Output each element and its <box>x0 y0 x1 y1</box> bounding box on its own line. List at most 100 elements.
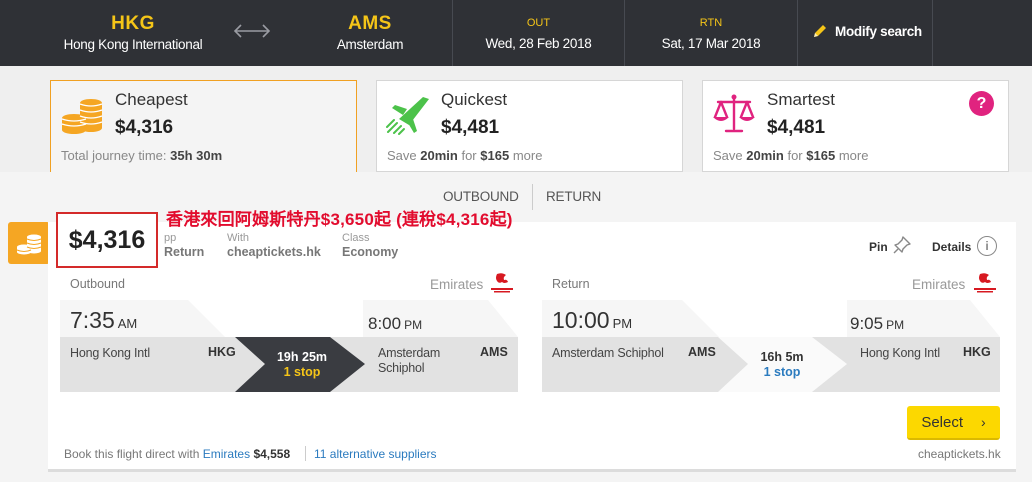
tab-smartest[interactable]: Smartest $4,481 ? Save 20min for $165 mo… <box>702 80 1009 172</box>
swap-arrows-icon[interactable] <box>232 21 272 41</box>
modify-search-button[interactable]: Modify search <box>812 19 922 43</box>
modify-search-label: Modify search <box>835 23 922 39</box>
for-label: for <box>787 148 803 163</box>
save-label: Save <box>387 148 417 163</box>
outbound-departure-airport: Hong Kong Intl <box>70 346 150 360</box>
select-label: Select <box>921 413 964 431</box>
scales-icon <box>713 94 755 133</box>
more-label: more <box>838 148 869 163</box>
return-leg: 10:00 PM 9:05 PM Amsterdam Schiphol AMS 16… <box>542 300 1000 392</box>
destination-code: AMS <box>348 13 392 34</box>
class-label: Class <box>342 232 370 244</box>
return-toggle[interactable]: RETURN <box>546 189 601 204</box>
rtn-label: RTN <box>699 16 723 29</box>
class-info: Class Economy <box>342 231 398 259</box>
tab-cheapest[interactable]: Cheapest $4,316 Total journey time: 35h … <box>50 80 357 173</box>
outbound-duration: 19h 25m 1 stop <box>238 337 366 392</box>
direct-booking-info: Book this flight direct with Emirates $4… <box>64 447 290 461</box>
save-time: 20min <box>420 148 458 163</box>
book-direct-text: Book this flight direct with <box>64 447 200 461</box>
alt-suppliers-wrap: 11 alternative suppliers <box>314 447 437 461</box>
return-date-block[interactable]: RTN Sat, 17 Mar 2018 <box>625 0 797 66</box>
outbound-toggle[interactable]: OUTBOUND <box>443 189 519 204</box>
return-arrival-time: 9:05 PM <box>850 314 905 333</box>
destination-block: AMS Amsterdam <box>290 0 450 66</box>
select-button[interactable]: Select › <box>907 406 1000 440</box>
rtn-date: Sat, 17 Mar 2018 <box>661 35 761 51</box>
alternative-suppliers-link[interactable]: 11 alternative suppliers <box>314 447 437 461</box>
tab-smartest-price: $4,481 <box>767 117 826 138</box>
outbound-label: Outbound <box>70 277 125 291</box>
pencil-icon <box>814 25 826 37</box>
return-stops: 1 stop <box>763 364 801 379</box>
outbound-departure-code: HKG <box>208 345 236 359</box>
tab-cheapest-price: $4,316 <box>115 117 174 138</box>
result-price: $4,316 <box>56 212 158 268</box>
outbound-arrival-code: AMS <box>480 345 508 359</box>
outbound-arrival-time: 8:00 PM <box>368 314 423 333</box>
airline-direct-link[interactable]: Emirates <box>203 447 250 461</box>
return-arrival-code: HKG <box>963 345 991 359</box>
chevron-right-icon: › <box>981 414 986 430</box>
pp-label: pp <box>164 232 177 244</box>
tab-smartest-name: Smartest <box>767 90 836 109</box>
tab-quickest-name: Quickest <box>441 90 508 109</box>
toggle-divider <box>532 184 533 210</box>
info-icon[interactable]: i <box>977 236 997 256</box>
plane-takeoff-icon <box>386 97 429 135</box>
help-icon[interactable]: ? <box>969 91 994 116</box>
search-summary-header: HKG Hong Kong International AMS Amsterda… <box>0 0 1032 66</box>
return-duration-value: 16h 5m <box>760 349 804 364</box>
details-button[interactable]: Details <box>932 240 971 254</box>
supplier-name: cheaptickets.hk <box>227 245 321 259</box>
return-duration: 16h 5m 1 stop <box>718 337 846 392</box>
out-date: Wed, 28 Feb 2018 <box>485 35 592 51</box>
return-airline: Emirates <box>912 277 966 292</box>
class-value: Economy <box>342 245 399 259</box>
tab-quickest-sub: Save 20min for $165 more <box>387 148 542 163</box>
save-amount: $165 <box>806 148 836 163</box>
tab-quickest-price: $4,481 <box>441 117 500 138</box>
emirates-logo-icon <box>491 273 513 293</box>
outbound-airline: Emirates <box>430 277 484 292</box>
supplier-info: With cheaptickets.hk <box>227 231 321 259</box>
origin-block: HKG Hong Kong International <box>38 0 228 66</box>
outbound-arrival-airport: Amsterdam Schiphol <box>378 346 441 375</box>
outbound-departure-time: 7:35 AM <box>70 307 138 333</box>
for-label: for <box>461 148 477 163</box>
destination-name: Amsterdam <box>336 37 404 52</box>
pin-icon[interactable] <box>892 235 912 255</box>
outbound-duration-value: 19h 25m <box>276 349 328 364</box>
out-date-block[interactable]: OUT Wed, 28 Feb 2018 <box>453 0 624 66</box>
trip-type: Return <box>164 245 205 259</box>
with-label: With <box>227 232 249 244</box>
emirates-logo-icon <box>974 273 996 293</box>
header-divider <box>797 0 798 66</box>
price-basis: pp Return <box>164 231 204 259</box>
tab-cheapest-sub: Total journey time: 35h 30m <box>61 148 222 163</box>
outbound-leg: 7:35 AM 8:00 PM Hong Kong Intl HKG 19h 25m… <box>60 300 518 392</box>
out-label: OUT <box>526 16 551 29</box>
save-amount: $165 <box>480 148 510 163</box>
save-label: Save <box>713 148 743 163</box>
tab-cheapest-name: Cheapest <box>115 90 188 109</box>
pin-button[interactable]: Pin <box>869 240 888 254</box>
footer-divider <box>305 446 306 461</box>
coins-icon <box>16 234 42 255</box>
return-label: Return <box>552 277 590 291</box>
coins-icon <box>61 99 103 134</box>
header-divider <box>932 0 933 66</box>
more-label: more <box>512 148 543 163</box>
supplier-footer: cheaptickets.hk <box>918 447 1001 461</box>
price-annotation: 香港來回阿姆斯特丹$3,650起 (連稅$4,316起) <box>166 210 513 229</box>
return-departure-airport: Amsterdam Schiphol <box>552 346 664 360</box>
journey-time-value: 35h 30m <box>170 148 223 163</box>
journey-time-label: Total journey time: <box>61 148 167 163</box>
origin-code: HKG <box>111 13 155 34</box>
cheapest-badge <box>8 222 50 264</box>
outbound-stops: 1 stop <box>283 364 321 379</box>
airline-direct-price: $4,558 <box>253 447 291 461</box>
origin-name: Hong Kong International <box>63 37 203 52</box>
return-arrival-airport: Hong Kong Intl <box>860 346 940 360</box>
tab-quickest[interactable]: Quickest $4,481 Save 20min for $165 more <box>376 80 683 172</box>
